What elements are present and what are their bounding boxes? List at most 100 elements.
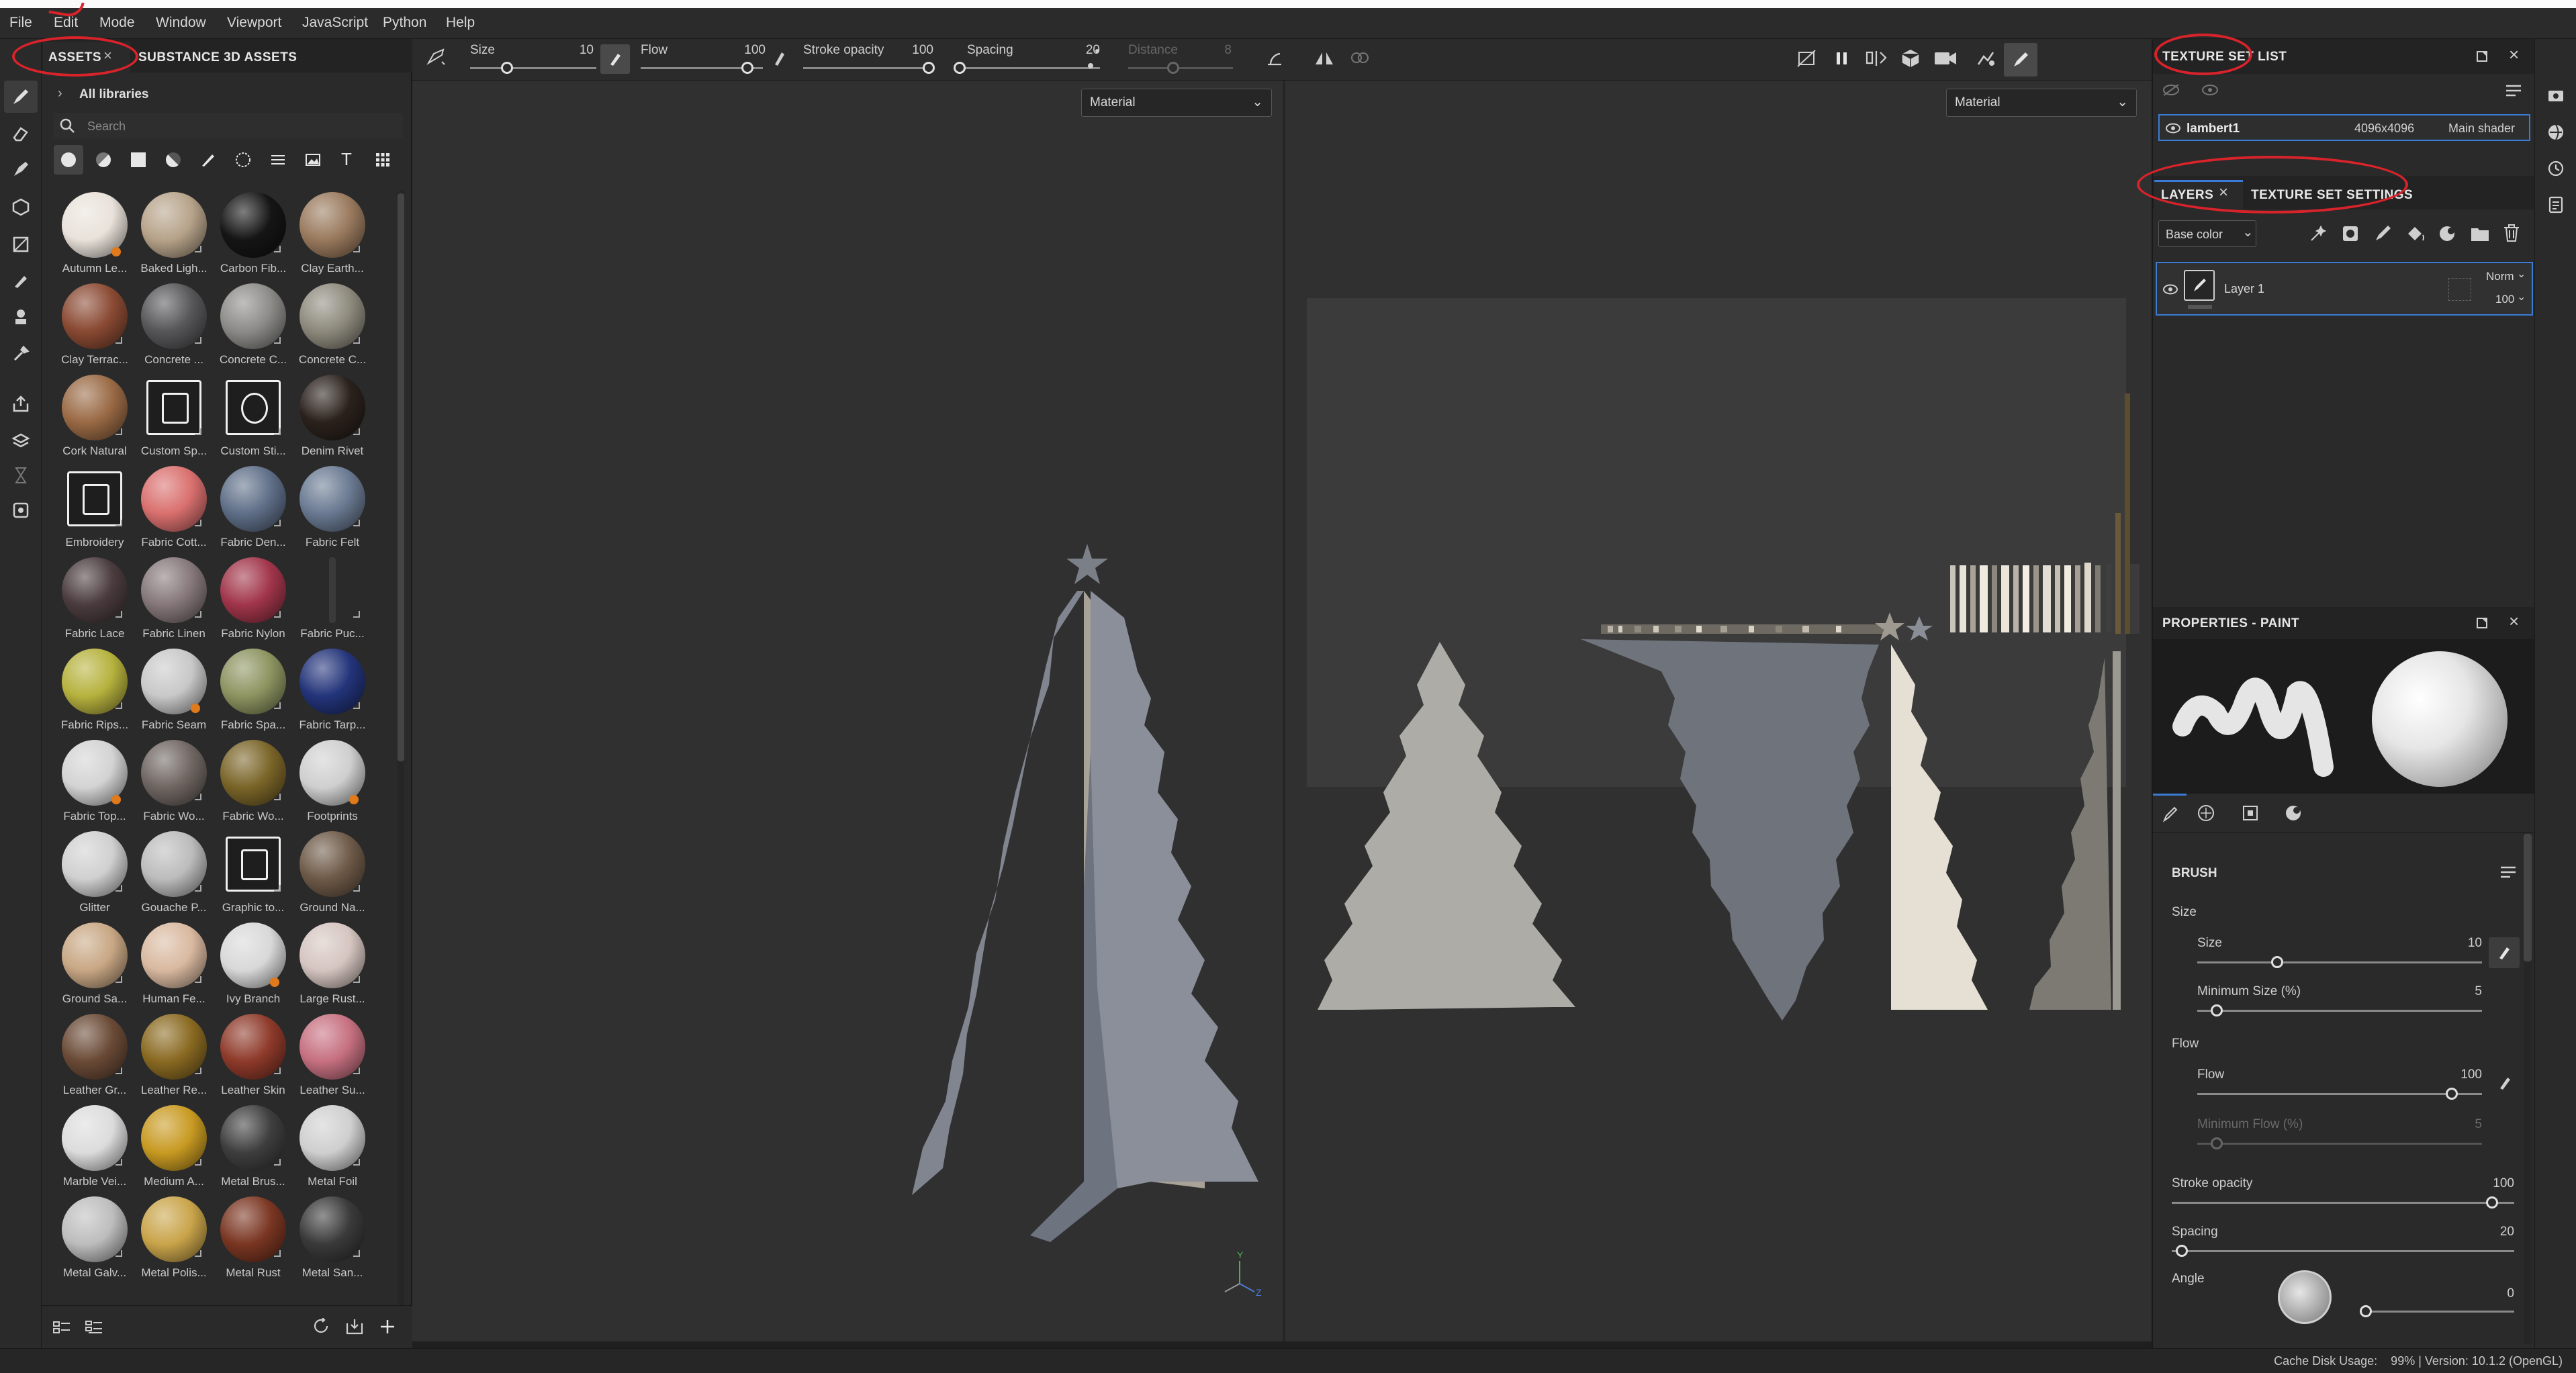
filter-all-icon[interactable] [368, 145, 398, 175]
add-paint-layer-icon[interactable] [2373, 224, 2392, 243]
asset-item[interactable]: Metal Brus... [214, 1105, 293, 1196]
ctx-opacity-value[interactable]: 100 [893, 43, 933, 58]
asset-item[interactable]: Ground Na... [293, 831, 372, 922]
asset-item[interactable]: Fabric Wo... [214, 740, 293, 831]
list-view-icon[interactable] [52, 1319, 71, 1335]
projection-tool-icon[interactable] [4, 153, 38, 185]
refresh-icon[interactable] [313, 1318, 330, 1335]
right-viewport-mode-dropdown[interactable]: Material ⌄ [1946, 89, 2137, 117]
menu-viewport[interactable]: Viewport [227, 15, 281, 31]
pen-pressure-flow-icon[interactable] [772, 50, 787, 67]
viewport-area[interactable]: Y Z Material⌄ V U Material⌄ [412, 81, 2152, 1341]
flow-pressure-icon[interactable] [2498, 1076, 2512, 1090]
filter-textures-icon[interactable] [263, 145, 293, 175]
size-value[interactable]: 10 [2442, 936, 2482, 951]
view-3d-icon[interactable] [1899, 47, 1922, 70]
channel-dropdown[interactable]: Base color ⌄ [2158, 220, 2256, 247]
bake-icon[interactable] [4, 424, 38, 457]
size-knob[interactable] [2271, 956, 2283, 968]
stencil-tab-icon[interactable] [2285, 804, 2302, 822]
geometry-mask-icon[interactable] [4, 191, 38, 223]
history-icon[interactable] [2547, 160, 2565, 177]
angle-dial[interactable] [2278, 1270, 2332, 1324]
ctx-opacity-slider[interactable] [803, 67, 932, 69]
angle-value[interactable]: 0 [2474, 1286, 2514, 1301]
smudge-tool-icon[interactable] [4, 265, 38, 297]
hide-all-eye-icon[interactable] [2162, 83, 2180, 97]
layer-opacity[interactable]: 100 [2495, 293, 2514, 306]
ctx-spacing-slider[interactable] [958, 67, 1100, 69]
menu-python[interactable]: Python [383, 15, 426, 31]
menu-help[interactable]: Help [446, 15, 475, 31]
asset-item[interactable]: Fabric Den... [214, 466, 293, 557]
3d-viewport[interactable]: Y Z [412, 81, 1283, 1341]
asset-item[interactable]: Custom Sp... [134, 375, 214, 466]
asset-item[interactable]: Metal Polis... [134, 1196, 214, 1288]
add-mask-icon[interactable] [2341, 224, 2360, 243]
menu-mode[interactable]: Mode [99, 15, 135, 31]
layer-thumbnail[interactable] [2184, 270, 2215, 301]
asset-item[interactable]: Concrete C... [214, 283, 293, 375]
show-all-eye-icon[interactable] [2201, 83, 2219, 97]
asset-item[interactable]: Fabric Felt [293, 466, 372, 557]
layer-visibility-eye-icon[interactable] [2162, 283, 2178, 295]
properties-scrollbar[interactable] [2524, 834, 2532, 1344]
asset-item[interactable]: Clay Earth... [293, 192, 372, 283]
asset-scrollbar-track[interactable] [398, 191, 404, 1332]
pause-icon[interactable] [1832, 48, 1852, 68]
close-properties-icon[interactable]: × [2509, 611, 2519, 632]
min-size-knob[interactable] [2211, 1004, 2223, 1016]
asset-item[interactable]: Metal San... [293, 1196, 372, 1288]
alignment-icon[interactable] [1265, 48, 1288, 70]
asset-item[interactable]: Denim Rivet [293, 375, 372, 466]
asset-item[interactable]: Glitter [55, 831, 134, 922]
hide-ui-icon[interactable] [1796, 48, 1819, 68]
angle-knob[interactable] [2360, 1305, 2372, 1317]
brush-preset-icon[interactable] [426, 47, 449, 67]
asset-scrollbar-thumb[interactable] [398, 193, 404, 761]
filter-particles-icon[interactable] [228, 145, 258, 175]
asset-item[interactable]: Graphic to... [214, 831, 293, 922]
flow-slider[interactable] [2197, 1093, 2482, 1095]
size-pressure-button[interactable] [2489, 937, 2520, 968]
asset-item[interactable]: Custom Sti... [214, 375, 293, 466]
asset-item[interactable]: Fabric Linen [134, 557, 214, 649]
filter-brushes-icon[interactable] [193, 145, 223, 175]
menu-edit[interactable]: Edit [54, 15, 78, 31]
shader-settings-icon[interactable] [2547, 124, 2565, 141]
flow-value[interactable]: 100 [2442, 1068, 2482, 1082]
lazy-mouse-icon[interactable] [1087, 46, 1101, 73]
display-settings-icon[interactable] [2547, 87, 2565, 105]
layer-row[interactable]: Layer 1 Norm ⌄ 100 ⌄ [2156, 262, 2533, 316]
texture-set-row[interactable]: lambert1 4096x4096 Main shader [2158, 114, 2530, 141]
add-fill-layer-icon[interactable] [2405, 224, 2426, 243]
asset-item[interactable]: Embroidery [55, 466, 134, 557]
delete-layer-icon[interactable] [2502, 223, 2521, 243]
brush-tab[interactable] [2153, 794, 2187, 833]
add-smart-material-icon[interactable] [2438, 224, 2456, 243]
spacing-slider[interactable] [2172, 1250, 2514, 1252]
filter-text-icon[interactable]: T [333, 145, 363, 175]
ctx-flow-value[interactable]: 100 [725, 43, 766, 58]
library-breadcrumb[interactable]: All libraries [79, 87, 149, 102]
asset-item[interactable]: Leather Su... [293, 1014, 372, 1105]
stroke-opacity-knob[interactable] [2486, 1196, 2498, 1209]
add-folder-icon[interactable] [2470, 224, 2490, 243]
filter-filters-icon[interactable] [158, 145, 188, 175]
asset-item[interactable]: Leather Skin [214, 1014, 293, 1105]
clone-tool-icon[interactable] [4, 301, 38, 333]
asset-item[interactable]: Medium A... [134, 1105, 214, 1196]
asset-item[interactable]: Fabric Rips... [55, 649, 134, 740]
stroke-opacity-slider[interactable] [2172, 1202, 2514, 1204]
screenshot-icon[interactable] [4, 494, 38, 526]
asset-item[interactable]: Fabric Lace [55, 557, 134, 649]
2d-uv-viewport[interactable]: V U [1285, 81, 2152, 1341]
asset-item[interactable]: Gouache P... [134, 831, 214, 922]
size-slider[interactable] [2197, 961, 2482, 963]
asset-item[interactable]: Carbon Fib... [214, 192, 293, 283]
viewport-divider[interactable] [1283, 81, 1285, 1341]
search-input[interactable]: Search [54, 113, 403, 138]
asset-item[interactable]: Human Fe... [134, 922, 214, 1014]
asset-item[interactable]: Ivy Branch [214, 922, 293, 1014]
ctx-opacity-knob[interactable] [923, 62, 935, 74]
